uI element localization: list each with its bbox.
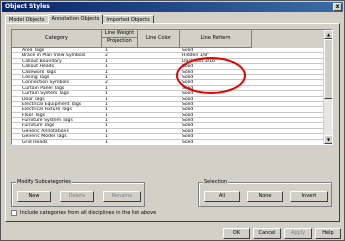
invert-selection-button[interactable]: Invert [290,191,328,202]
ok-button[interactable]: OK [223,228,250,239]
include-all-disciplines-label: Include categories from all disciplines … [20,210,157,216]
checkbox-box[interactable] [11,210,17,216]
red-annotation-circle [176,57,246,94]
table-row[interactable]: Grid Heads1BlackSolid [12,139,324,145]
tab-annotation-objects[interactable]: Annotation Objects [47,14,104,24]
header-line-color[interactable]: Line Color [138,30,180,48]
cancel-button[interactable]: Cancel [253,228,281,239]
modify-subcategories-group: Modify Subcategories New Delete Rename [11,179,145,207]
include-all-disciplines-checkbox[interactable]: Include categories from all disciplines … [11,210,156,216]
header-line-weight: Line Weight Projection [102,30,138,48]
header-line-weight-label: Line Weight [102,30,137,38]
window-title: Object Styles [5,3,50,10]
scroll-up-icon[interactable]: ▲ [324,30,332,39]
close-icon[interactable]: x [333,3,342,11]
scroll-thumb[interactable] [324,39,332,99]
vertical-scrollbar[interactable]: ▲ ▼ [323,30,332,144]
tab-panel: Category Line Weight Projection Line Col… [5,23,340,222]
title-bar: Object Styles x [2,2,343,12]
object-styles-table: Category Line Weight Projection Line Col… [11,29,333,145]
row-line-pattern[interactable]: Solid [182,140,222,144]
table-header: Category Line Weight Projection Line Col… [12,30,324,48]
scroll-down-icon[interactable]: ▼ [324,135,332,144]
apply-button[interactable]: Apply [284,228,312,239]
help-button[interactable]: Help [315,228,341,239]
select-none-button[interactable]: None [247,191,283,202]
new-button[interactable]: New [17,191,51,202]
selection-label: Selection [203,179,229,185]
modify-subcategories-label: Modify Subcategories [16,179,72,185]
header-line-pattern[interactable]: Line Pattern [180,30,252,48]
object-styles-dialog: Object Styles x Model Objects Annotation… [0,0,345,241]
delete-button[interactable]: Delete [60,191,94,202]
header-projection[interactable]: Projection [102,38,137,46]
row-projection-weight[interactable]: 1 [105,140,135,144]
table-body: Area Tags1BlackSolidBrace in Plan View S… [12,48,324,145]
select-all-button[interactable]: All [204,191,240,202]
rename-button[interactable]: Rename [103,191,141,202]
header-category[interactable]: Category [12,30,102,48]
selection-group: Selection All None Invert [198,179,332,207]
row-category: Grid Heads [22,139,48,145]
